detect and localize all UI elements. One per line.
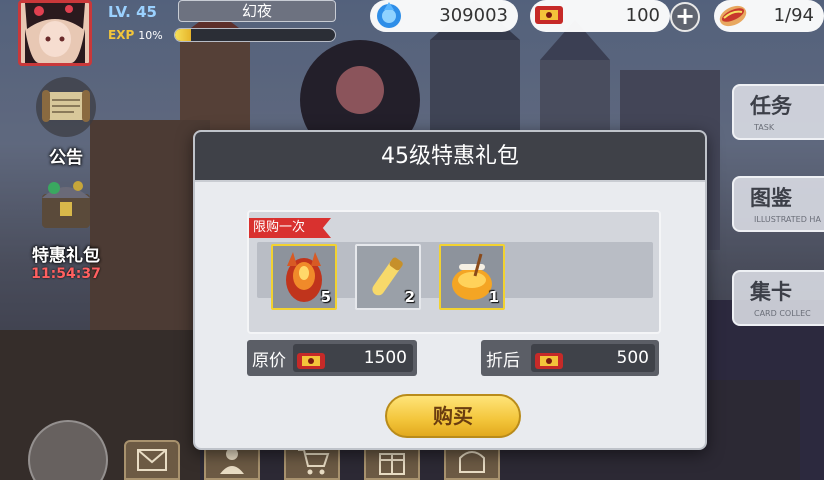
card-collection-button[interactable]: 集卡 CARD COLLEC — [732, 270, 824, 326]
crystal-amount: 309003 — [439, 5, 508, 26]
ticket-counter: 100 — [530, 0, 670, 32]
notice-button[interactable]: 公告 — [30, 76, 102, 168]
mail-icon — [137, 449, 167, 471]
ticket-currency-icon — [535, 6, 563, 24]
ticket-amount: 100 — [625, 5, 660, 26]
reward-item[interactable]: 2 — [355, 244, 421, 310]
exp-progress-fill — [175, 29, 191, 41]
exp-label: EXP — [108, 28, 135, 42]
discount-price-value: 500 — [616, 348, 649, 368]
original-price-value: 1500 — [363, 348, 407, 368]
reward-item-count: 1 — [488, 288, 499, 306]
reward-item-count: 5 — [320, 288, 331, 306]
player-name: 幻夜 — [178, 0, 336, 22]
stamina-counter: 1/94 — [714, 0, 824, 32]
ticket-currency-icon — [535, 353, 563, 369]
discount-price-box: 500 — [531, 344, 655, 372]
gift-countdown-timer: 11:54:37 — [31, 266, 101, 282]
exp-progress-bar — [174, 28, 336, 42]
card-collection-sublabel: CARD COLLEC — [754, 309, 811, 318]
treasure-chest-icon — [42, 181, 90, 228]
reward-item-count: 2 — [404, 288, 415, 306]
scroll-icon — [36, 77, 96, 137]
blue-crystal-icon — [377, 2, 401, 28]
dock-mail-button[interactable] — [124, 440, 180, 480]
discount-price-row: 折后 500 — [481, 340, 659, 376]
dialog-title: 45级特惠礼包 — [195, 132, 705, 182]
reward-item[interactable]: 5 — [271, 244, 337, 310]
original-price-row: 原价 1500 — [247, 340, 417, 376]
reward-item[interactable]: 1 — [439, 244, 505, 310]
limit-once-tag: 限购一次 — [249, 218, 332, 238]
card-collection-label: 集卡 — [750, 280, 792, 304]
original-price-box: 1500 — [293, 344, 413, 372]
special-gift-label: 特惠礼包 — [32, 246, 100, 266]
task-label: 任务 — [750, 94, 792, 118]
handbook-sublabel: ILLUSTRATED HA — [754, 215, 821, 224]
notice-label: 公告 — [49, 148, 83, 168]
reward-item-strip: 5 2 1 — [257, 242, 653, 310]
task-button[interactable]: 任务 TASK — [732, 84, 824, 140]
exp-percent: 10% — [138, 28, 163, 42]
player-avatar[interactable] — [18, 0, 92, 66]
exp-row: EXP 10% — [108, 26, 163, 44]
buy-button[interactable]: 购买 — [385, 394, 521, 438]
special-gift-button[interactable]: 特惠礼包 11:54:37 — [20, 174, 112, 282]
reward-panel: 限购一次 5 2 1 — [247, 210, 661, 334]
add-currency-button[interactable]: + — [670, 2, 700, 32]
original-price-label: 原价 — [252, 351, 286, 371]
illustrated-handbook-button[interactable]: 图鉴 ILLUSTRATED HA — [732, 176, 824, 232]
crystal-counter: 309003 — [370, 0, 518, 32]
hotdog-icon — [719, 5, 747, 27]
player-level: LV. 45 — [108, 3, 157, 21]
level-row: LV. 45 — [108, 0, 157, 24]
discount-price-label: 折后 — [486, 351, 520, 371]
gift-pack-dialog: 45级特惠礼包 限购一次 5 2 1 原价 1500 折后 500 购买 — [193, 130, 707, 450]
ticket-currency-icon — [297, 353, 325, 369]
stamina-amount: 1/94 — [773, 5, 814, 26]
handbook-label: 图鉴 — [750, 186, 792, 210]
task-sublabel: TASK — [754, 123, 775, 132]
avatar-portrait — [21, 3, 89, 63]
